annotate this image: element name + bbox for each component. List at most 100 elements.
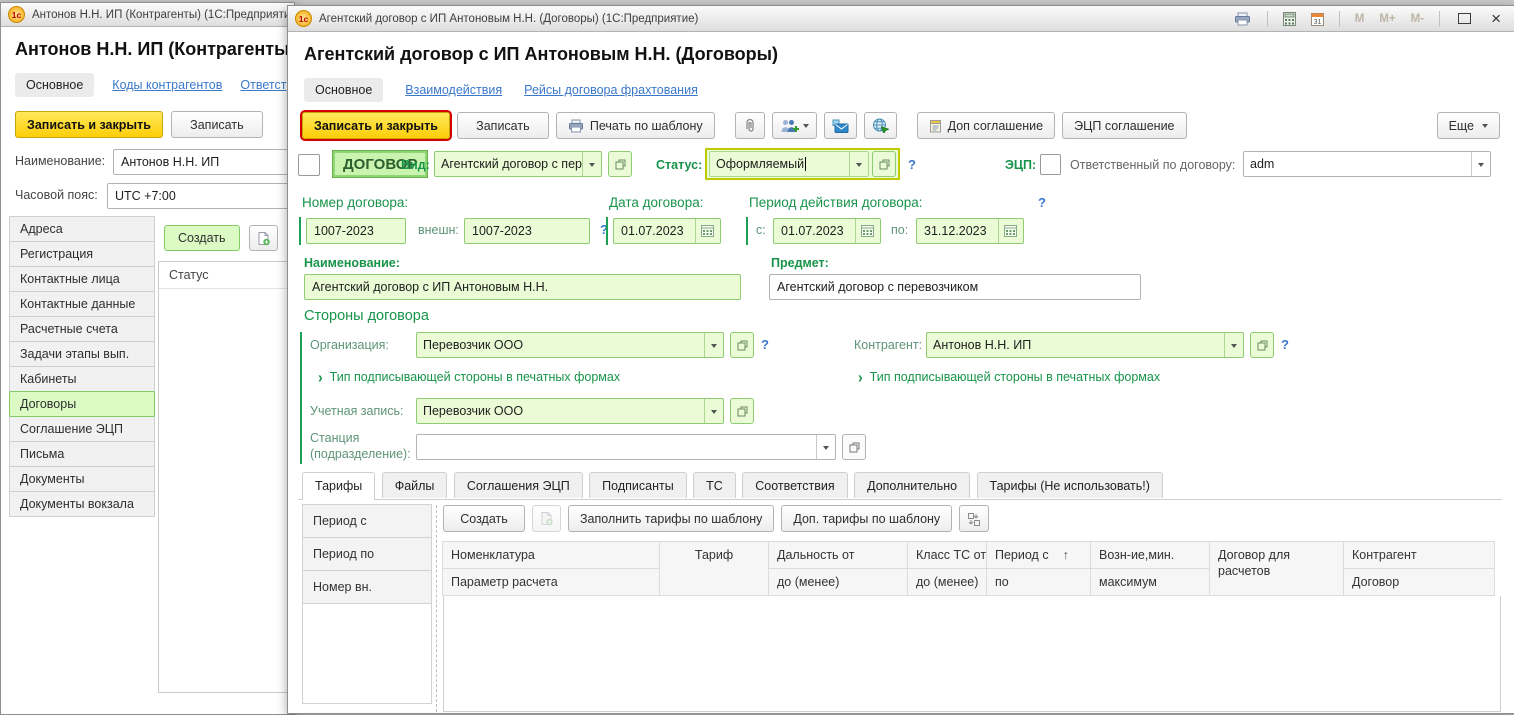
tab-signers[interactable]: Подписанты [589, 472, 687, 498]
tab-correspondences[interactable]: Соответствия [742, 472, 847, 498]
col-calc-parameter[interactable]: Параметр расчета [442, 568, 660, 596]
side-row-period-from[interactable]: Период с [302, 504, 432, 538]
tab-main[interactable]: Основное [304, 78, 383, 102]
memory-m-minus-button[interactable]: M- [1407, 13, 1428, 25]
bg-status-column-header[interactable]: Статус [159, 262, 293, 289]
bg-titlebar[interactable]: 1с Антонов Н.Н. ИП (Контрагенты) (1С:Пре… [1, 3, 294, 27]
col-period-from[interactable]: Период с↑ [986, 541, 1091, 569]
bg-tab-codes[interactable]: Коды контрагентов [112, 78, 222, 92]
additional-agreement-button[interactable]: Доп соглашение [917, 112, 1056, 139]
sidebar-item-tasks[interactable]: Задачи этапы вып. [9, 341, 155, 367]
tab-additional[interactable]: Дополнительно [854, 472, 970, 498]
col-vehicle-class-to[interactable]: до (менее) [907, 568, 987, 596]
more-button[interactable]: Еще [1437, 112, 1500, 139]
fill-tariffs-button[interactable]: Заполнить тарифы по шаблону [568, 505, 774, 532]
fg-titlebar[interactable]: 1с Агентский договор с ИП Антоновым Н.Н.… [288, 6, 1514, 32]
dropdown-button[interactable] [704, 333, 723, 357]
sidebar-item-documents[interactable]: Документы [9, 466, 155, 492]
bg-timezone-field[interactable]: UTC +7:00 [107, 183, 295, 209]
kind-combo[interactable]: Агентский договор с перевозчи [434, 151, 602, 177]
sidebar-item-contact-persons[interactable]: Контактные лица [9, 266, 155, 292]
external-number-field[interactable]: 1007-2023 [464, 218, 590, 244]
period-to-field[interactable]: 31.12.2023 [916, 218, 1024, 244]
dropdown-button[interactable] [704, 399, 723, 423]
ecp-agreement-button[interactable]: ЭЦП соглашение [1062, 112, 1186, 139]
tariff-create-button[interactable]: Создать [443, 505, 525, 532]
contragent-help[interactable]: ? [1281, 337, 1289, 352]
dropdown-button[interactable] [1224, 333, 1243, 357]
memory-m-plus-button[interactable]: M+ [1375, 13, 1399, 25]
bg-save-close-button[interactable]: Записать и закрыть [15, 111, 163, 138]
sidebar-item-letters[interactable]: Письма [9, 441, 155, 467]
dop-tariffs-button[interactable]: Доп. тарифы по шаблону [781, 505, 952, 532]
maximize-button[interactable] [1458, 13, 1471, 24]
col-nomenclature[interactable]: Номенклатура [442, 541, 660, 569]
tab-tariffs[interactable]: Тарифы [302, 472, 375, 500]
dropdown-button[interactable] [816, 435, 835, 459]
bg-name-field[interactable]: Антонов Н.Н. ИП [113, 149, 295, 175]
col-period-to[interactable]: по [986, 568, 1091, 596]
bg-create-from-template-button[interactable] [249, 225, 278, 251]
sidebar-item-accounts[interactable]: Расчетные счета [9, 316, 155, 342]
organization-open-button[interactable] [730, 332, 754, 358]
bg-save-button[interactable]: Записать [171, 111, 263, 138]
calendar-button[interactable]: 31 [1307, 12, 1328, 26]
col-distance-to[interactable]: до (менее) [768, 568, 908, 596]
panel-splitter[interactable] [436, 505, 437, 712]
sidebar-item-addresses[interactable]: Адреса [9, 216, 155, 242]
save-button[interactable]: Записать [457, 112, 549, 139]
col-distance-from[interactable]: Дальность от [768, 541, 908, 569]
col-tariff[interactable]: Тариф [659, 541, 769, 596]
status-open-button[interactable] [872, 151, 896, 177]
station-open-button[interactable] [842, 434, 866, 460]
period-help[interactable]: ? [1038, 195, 1046, 210]
kind-open-button[interactable] [608, 151, 632, 177]
tab-interactions[interactable]: Взаимодействия [405, 83, 502, 97]
bg-tab-responsible[interactable]: Ответст [240, 78, 286, 92]
sidebar-item-cabinets[interactable]: Кабинеты [9, 366, 155, 392]
memory-m-button[interactable]: M [1351, 13, 1369, 25]
calendar-picker-button[interactable] [998, 219, 1021, 243]
tab-vehicles[interactable]: ТС [693, 472, 736, 498]
responsible-combo[interactable]: adm [1243, 151, 1491, 177]
contragent-sign-type-link[interactable]: › Тип подписывающей стороны в печатных ф… [858, 369, 1160, 385]
name-field[interactable]: Агентский договор с ИП Антоновым Н.Н. [304, 274, 741, 300]
web-publish-button[interactable] [864, 112, 897, 139]
ecp-checkbox[interactable] [1040, 154, 1061, 175]
tab-charter-trips[interactable]: Рейсы договора фрахтования [524, 83, 698, 97]
side-row-internal-number[interactable]: Номер вн. [302, 570, 432, 604]
sidebar-item-registration[interactable]: Регистрация [9, 241, 155, 267]
tariff-create-from-template-button[interactable] [532, 505, 561, 532]
add-contact-person-button[interactable] [772, 112, 817, 139]
organization-help[interactable]: ? [761, 337, 769, 352]
attachments-button[interactable] [735, 112, 765, 139]
col-vehicle-class-from[interactable]: Класс ТС от [907, 541, 987, 569]
bg-create-button[interactable]: Создать [164, 225, 240, 251]
calendar-picker-button[interactable] [695, 219, 718, 243]
dropdown-button[interactable] [1471, 152, 1490, 176]
sidebar-item-ecp-agreement[interactable]: Соглашение ЭЦП [9, 416, 155, 442]
calendar-picker-button[interactable] [855, 219, 878, 243]
contragent-open-button[interactable] [1250, 332, 1274, 358]
station-combo[interactable] [416, 434, 836, 460]
calculator-button[interactable] [1279, 12, 1300, 26]
tariff-table-body[interactable] [443, 596, 1501, 712]
print-titlebar-button[interactable] [1229, 12, 1256, 26]
col-contragent[interactable]: Контрагент [1343, 541, 1495, 569]
save-close-button[interactable]: Записать и закрыть [302, 112, 450, 139]
dropdown-button[interactable] [582, 152, 601, 176]
side-row-period-to[interactable]: Период по [302, 537, 432, 571]
tab-ecp-agreements[interactable]: Соглашения ЭЦП [454, 472, 583, 498]
contragent-combo[interactable]: Антонов Н.Н. ИП [926, 332, 1244, 358]
contract-date-field[interactable]: 01.07.2023 [613, 218, 721, 244]
contract-number-field[interactable]: 1007-2023 [306, 218, 406, 244]
organization-combo[interactable]: Перевозчик ООО [416, 332, 724, 358]
dropdown-button[interactable] [849, 152, 868, 176]
col-reward-max[interactable]: максимум [1090, 568, 1210, 596]
send-email-button[interactable] [824, 112, 857, 139]
period-from-field[interactable]: 01.07.2023 [773, 218, 881, 244]
account-open-button[interactable] [730, 398, 754, 424]
close-button[interactable]: × [1485, 10, 1507, 27]
bg-tab-main[interactable]: Основное [15, 73, 94, 97]
mark-checkbox[interactable] [298, 154, 320, 176]
